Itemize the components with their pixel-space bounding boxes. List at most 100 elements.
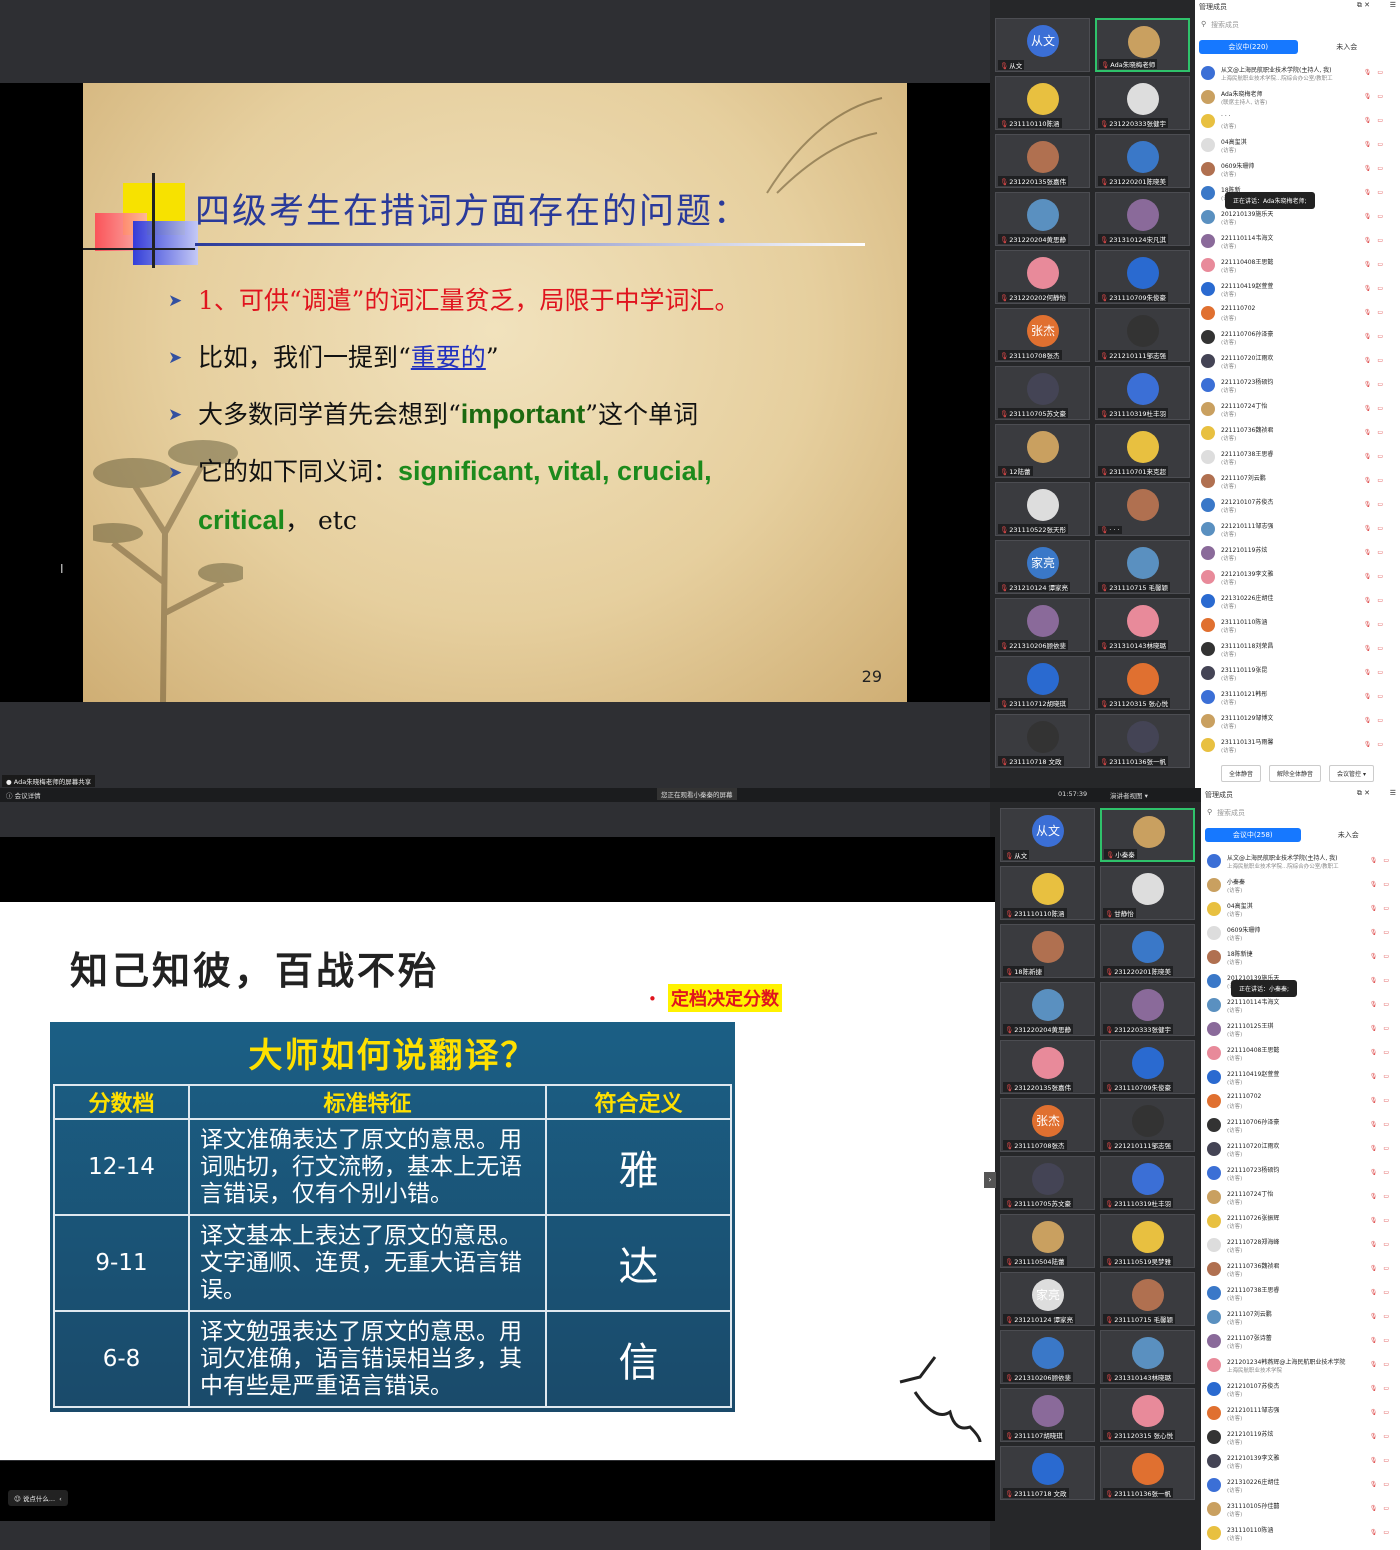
member-row[interactable]: 221210111邹志强 (访客) 🎙▭ <box>1205 1402 1400 1426</box>
member-row[interactable]: 从文@上海民航职业技术学院(主持人, 我) 上海民航职业技术学院...院综合办公室… <box>1199 62 1395 86</box>
mic-camera-icon[interactable]: 🎙▭ <box>1370 1073 1395 1080</box>
video-tile[interactable]: 🎙231110136张一帆 <box>1095 714 1190 768</box>
video-tile[interactable]: 🎙231220201陈晓美 <box>1100 924 1195 978</box>
mic-camera-icon[interactable]: 🎙▭ <box>1364 621 1389 628</box>
mic-camera-icon[interactable]: 🎙▭ <box>1370 1193 1395 1200</box>
video-tile[interactable]: 🎙221210111邹志强 <box>1095 308 1190 362</box>
member-row[interactable]: 221110720江雨欢 (访客) 🎙▭ <box>1205 1138 1400 1162</box>
member-row[interactable]: 231110119张昆 (访客) 🎙▭ <box>1199 662 1395 686</box>
video-tile[interactable]: 🎙231110718 文政 <box>995 714 1090 768</box>
mic-camera-icon[interactable]: 🎙▭ <box>1364 69 1389 76</box>
video-tile[interactable]: 🎙231110522张天彤 <box>995 482 1090 536</box>
menu-icon[interactable]: ☰ <box>1390 1 1396 9</box>
video-tile[interactable]: 🎙231310124宋凡淇 <box>1095 192 1190 246</box>
video-tile[interactable]: 🎙231110709朱俊豪 <box>1095 250 1190 304</box>
mic-camera-icon[interactable]: 🎙▭ <box>1364 141 1389 148</box>
mic-camera-icon[interactable]: 🎙▭ <box>1370 1457 1395 1464</box>
video-tile[interactable]: 🎙231110705苏文豪 <box>1000 1156 1095 1210</box>
member-row[interactable]: 221110724丁怡 (访客) 🎙▭ <box>1205 1186 1400 1210</box>
mic-camera-icon[interactable]: 🎙▭ <box>1364 549 1389 556</box>
member-row[interactable]: 231110129邹博文 (访客) 🎙▭ <box>1199 710 1395 734</box>
member-row[interactable]: 18陈新捷 (访客) 🎙▭ <box>1205 946 1400 970</box>
member-row[interactable]: 221201234韩燕辉@上海民航职业技术学院 上海民航职业技术学院 🎙▭ <box>1205 1354 1400 1378</box>
meeting-control-button[interactable]: 会议管控 ▾ <box>1329 765 1374 782</box>
member-row[interactable]: 221210139李文雅 (访客) 🎙▭ <box>1199 566 1395 590</box>
video-tile[interactable]: 🎙231120315 张心悦 <box>1095 656 1190 710</box>
video-tile[interactable]: 🎙231110319杜丰羽 <box>1100 1156 1195 1210</box>
member-row[interactable]: 221210107苏俊杰 (访客) 🎙▭ <box>1199 494 1395 518</box>
video-tile[interactable]: 张杰 🎙231110708张杰 <box>1000 1098 1095 1152</box>
unmute-all-button[interactable]: 解除全体静音 <box>1269 765 1322 782</box>
member-row[interactable]: 221110720江雨欢 (访客) 🎙▭ <box>1199 350 1395 374</box>
member-row[interactable]: 04高玺淇 (访客) 🎙▭ <box>1205 898 1400 922</box>
video-tile[interactable]: 🎙231110519吴梦雅 <box>1100 1214 1195 1268</box>
member-row[interactable]: 231110118刘荣昌 (访客) 🎙▭ <box>1199 638 1395 662</box>
video-tile[interactable]: 🎙12陆蕾 <box>995 424 1090 478</box>
video-tile[interactable]: 张杰 🎙231110708张杰 <box>995 308 1090 362</box>
mic-camera-icon[interactable]: 🎙▭ <box>1370 1313 1395 1320</box>
mic-camera-icon[interactable]: 🎙▭ <box>1370 1121 1395 1128</box>
member-row[interactable]: 2211107张诗蕾 (访客) 🎙▭ <box>1205 1330 1400 1354</box>
member-row[interactable]: 201210139施乐天 (访客) 🎙▭ <box>1199 206 1395 230</box>
mic-camera-icon[interactable]: 🎙▭ <box>1370 1025 1395 1032</box>
member-row[interactable]: 231110105孙佳囍 (访客) 🎙▭ <box>1205 1498 1400 1522</box>
mic-camera-icon[interactable]: 🎙▭ <box>1364 501 1389 508</box>
mic-camera-icon[interactable]: 🎙▭ <box>1370 1265 1395 1272</box>
video-tile[interactable]: 🎙231220204黄思静 <box>995 192 1090 246</box>
video-tile[interactable]: 家亮 🎙231210124 谭家亮 <box>995 540 1090 594</box>
video-tile[interactable]: 🎙甘静怡 <box>1100 866 1195 920</box>
member-row[interactable]: 221110408王思懿 (访客) 🎙▭ <box>1199 254 1395 278</box>
member-row[interactable]: 221110724丁怡 (访客) 🎙▭ <box>1199 398 1395 422</box>
video-tile[interactable]: 🎙231110110陈涵 <box>995 76 1090 130</box>
mic-camera-icon[interactable]: 🎙▭ <box>1364 381 1389 388</box>
mic-camera-icon[interactable]: 🎙▭ <box>1370 881 1395 888</box>
mic-camera-icon[interactable]: 🎙▭ <box>1364 285 1389 292</box>
video-tile[interactable]: 🎙18陈新捷 <box>1000 924 1095 978</box>
member-row[interactable]: 221110408王思懿 (访客) 🎙▭ <box>1205 1042 1400 1066</box>
video-tile[interactable]: 🎙2311107胡晓琪 <box>1000 1388 1095 1442</box>
member-row[interactable]: 221210139李文雅 (访客) 🎙▭ <box>1205 1450 1400 1474</box>
mic-camera-icon[interactable]: 🎙▭ <box>1370 1049 1395 1056</box>
video-tile[interactable]: 🎙· · · <box>1095 482 1190 536</box>
video-tile[interactable]: 🎙231220201陈晓美 <box>1095 134 1190 188</box>
mic-camera-icon[interactable]: 🎙▭ <box>1370 1337 1395 1344</box>
mic-camera-icon[interactable]: 🎙▭ <box>1370 1145 1395 1152</box>
mic-camera-icon[interactable]: 🎙▭ <box>1364 645 1389 652</box>
video-tile[interactable]: 🎙221310206顾依斐 <box>1000 1330 1095 1384</box>
mute-all-button[interactable]: 全体静音 <box>1221 765 1262 782</box>
mic-camera-icon[interactable]: 🎙▭ <box>1364 165 1389 172</box>
member-row[interactable]: 221110728郑海峰 (访客) 🎙▭ <box>1205 1234 1400 1258</box>
mic-camera-icon[interactable]: 🎙▭ <box>1364 93 1389 100</box>
tab-in-meeting[interactable]: 会议中(220) <box>1199 40 1298 54</box>
mic-camera-icon[interactable]: 🎙▭ <box>1364 333 1389 340</box>
member-row[interactable]: 221110736魏祯君 (访客) 🎙▭ <box>1199 422 1395 446</box>
mic-camera-icon[interactable]: 🎙▭ <box>1370 1529 1395 1536</box>
video-tile[interactable]: 🎙231220135张嘉伟 <box>1000 1040 1095 1094</box>
member-row[interactable]: 04高玺淇 (访客) 🎙▭ <box>1199 134 1395 158</box>
mic-camera-icon[interactable]: 🎙▭ <box>1370 1097 1395 1104</box>
member-row[interactable]: 221110723杨硕钧 (访客) 🎙▭ <box>1205 1162 1400 1186</box>
mic-camera-icon[interactable]: 🎙▭ <box>1364 453 1389 460</box>
mic-camera-icon[interactable]: 🎙▭ <box>1370 1409 1395 1416</box>
member-row[interactable]: 221210119苏炫 (访客) 🎙▭ <box>1199 542 1395 566</box>
member-row[interactable]: 2211107刘云鹏 (访客) 🎙▭ <box>1205 1306 1400 1330</box>
mic-camera-icon[interactable]: 🎙▭ <box>1364 741 1389 748</box>
member-row[interactable]: 221310226庄胡佳 (访客) 🎙▭ <box>1199 590 1395 614</box>
mic-camera-icon[interactable]: 🎙▭ <box>1364 117 1389 124</box>
member-row[interactable]: 2211107刘云鹏 (访客) 🎙▭ <box>1199 470 1395 494</box>
video-tile[interactable]: 🎙231110715 毛馨颖 <box>1100 1272 1195 1326</box>
video-tile[interactable]: 🎙231110705苏文豪 <box>995 366 1090 420</box>
member-row[interactable]: 从文@上海民航职业技术学院(主持人, 我) 上海民航职业技术学院...院综合办公室… <box>1205 850 1400 874</box>
mic-camera-icon[interactable]: 🎙▭ <box>1364 213 1389 220</box>
mic-camera-icon[interactable]: 🎙▭ <box>1364 261 1389 268</box>
mic-camera-icon[interactable]: 🎙▭ <box>1370 1169 1395 1176</box>
video-tile[interactable]: 🎙231310143林晓璐 <box>1100 1330 1195 1384</box>
mic-camera-icon[interactable]: 🎙▭ <box>1364 477 1389 484</box>
speaker-view-button[interactable]: 演讲者视图 ▾ <box>1110 790 1148 800</box>
member-row[interactable]: 221210107苏俊杰 (访客) 🎙▭ <box>1205 1378 1400 1402</box>
video-tile[interactable]: 从文 🎙从文 <box>995 18 1090 72</box>
member-search-input[interactable]: 搜索成员 <box>1199 20 1396 34</box>
mic-camera-icon[interactable]: 🎙▭ <box>1370 1433 1395 1440</box>
member-row[interactable]: 221110114韦海文 (访客) 🎙▭ <box>1205 994 1400 1018</box>
member-row[interactable]: 221110738王思睿 (访客) 🎙▭ <box>1199 446 1395 470</box>
